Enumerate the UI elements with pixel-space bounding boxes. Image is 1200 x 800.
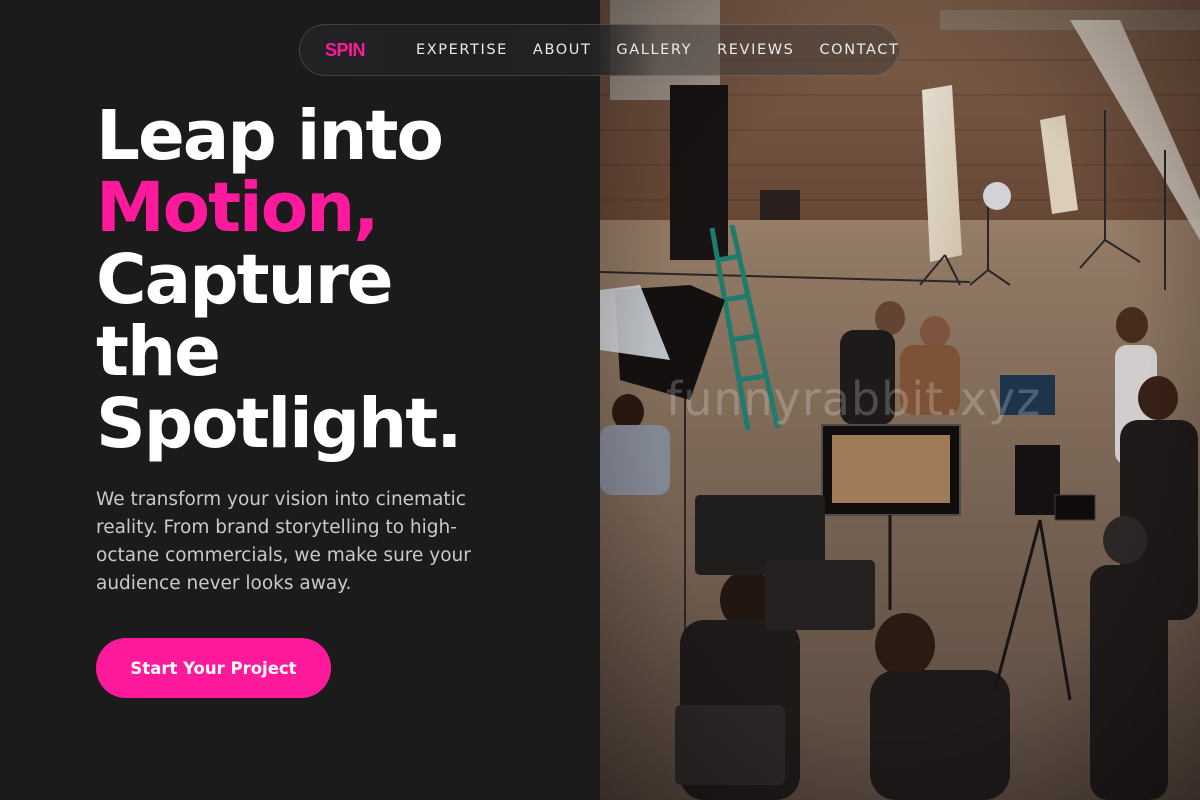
watermark-text: funnyrabbit.xyz xyxy=(666,372,1042,426)
headline-accent-line: Motion, xyxy=(96,168,379,248)
start-project-button[interactable]: Start Your Project xyxy=(96,638,331,698)
nav-link-expertise[interactable]: EXPERTISE xyxy=(416,42,508,58)
headline-line-4: the xyxy=(96,312,221,392)
nav-link-gallery[interactable]: GALLERY xyxy=(616,42,692,58)
nav-link-contact[interactable]: CONTACT xyxy=(819,42,899,58)
hero-panel: Leap into Motion, Capture the Spotlight.… xyxy=(0,0,600,800)
headline-line-1: Leap into xyxy=(96,96,444,176)
top-navigation: SPIN EXPERTISE ABOUT GALLERY REVIEWS CON… xyxy=(299,24,899,76)
page: Leap into Motion, Capture the Spotlight.… xyxy=(0,0,1200,800)
headline-line-3: Capture xyxy=(96,240,394,320)
headline-line-5: Spotlight. xyxy=(96,384,462,464)
nav-links: EXPERTISE ABOUT GALLERY REVIEWS CONTACT xyxy=(416,42,924,58)
spin-logo[interactable]: SPIN xyxy=(325,40,366,61)
hero-description: We transform your vision into cinematic … xyxy=(96,489,471,594)
nav-link-reviews[interactable]: REVIEWS xyxy=(717,42,794,58)
hero-headline: Leap into Motion, Capture the Spotlight. xyxy=(96,96,462,464)
nav-link-about[interactable]: ABOUT xyxy=(533,42,592,58)
